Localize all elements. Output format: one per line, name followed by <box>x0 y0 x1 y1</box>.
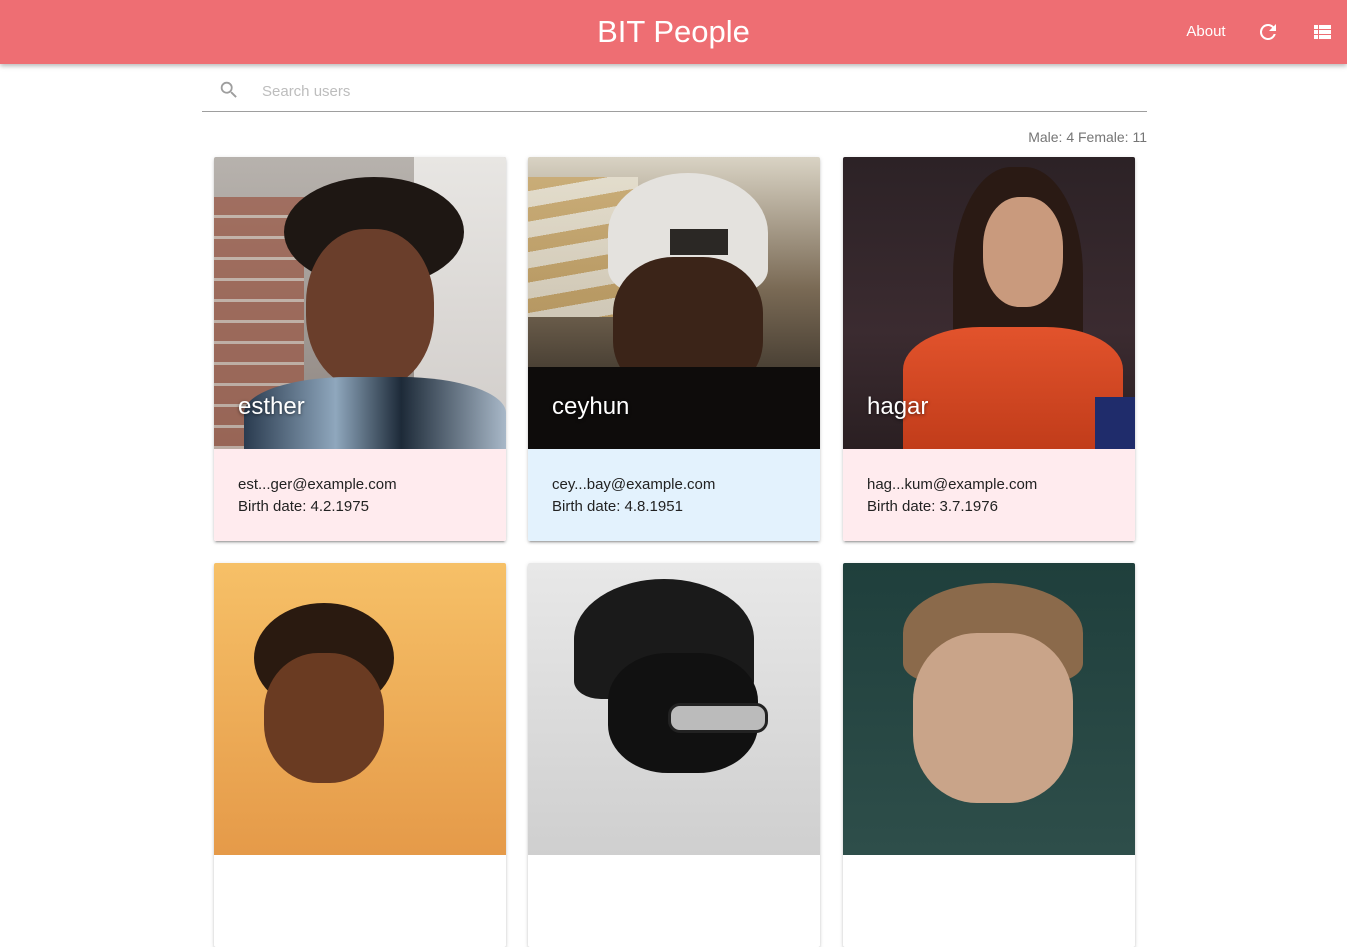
search-icon <box>218 79 240 101</box>
user-card[interactable] <box>528 563 820 947</box>
user-birth-date: Birth date: 4.2.1975 <box>238 498 369 515</box>
user-photo: ceyhun <box>528 157 820 449</box>
user-card[interactable] <box>214 563 506 947</box>
user-photo <box>843 563 1135 855</box>
user-photo <box>528 563 820 855</box>
user-card[interactable] <box>843 563 1135 947</box>
user-photo: hagar <box>843 157 1135 449</box>
search-input[interactable] <box>262 78 1122 104</box>
gender-stats: Male: 4 Female: 11 <box>1028 129 1147 145</box>
user-birth-date: Birth date: 4.8.1951 <box>552 498 683 515</box>
user-email: cey...bay@example.com <box>552 476 716 493</box>
about-link[interactable]: About <box>1174 0 1238 64</box>
user-name: esther <box>238 393 305 420</box>
user-card[interactable]: esther est...ger@example.com Birth date:… <box>214 157 506 541</box>
search-bar <box>202 70 1147 112</box>
top-navbar: BIT People About <box>0 0 1347 64</box>
user-details: est...ger@example.com Birth date: 4.2.19… <box>214 449 506 541</box>
user-card[interactable]: ceyhun cey...bay@example.com Birth date:… <box>528 157 820 541</box>
user-details: cey...bay@example.com Birth date: 4.8.19… <box>528 449 820 541</box>
list-view-icon[interactable] <box>1310 20 1334 44</box>
refresh-icon[interactable] <box>1256 20 1280 44</box>
user-birth-date: Birth date: 3.7.1976 <box>867 498 998 515</box>
user-email: est...ger@example.com <box>238 476 397 493</box>
user-photo: esther <box>214 157 506 449</box>
user-details: hag...kum@example.com Birth date: 3.7.19… <box>843 449 1135 541</box>
user-name: ceyhun <box>552 393 630 420</box>
user-photo <box>214 563 506 855</box>
user-email: hag...kum@example.com <box>867 476 1038 493</box>
user-card[interactable]: hagar hag...kum@example.com Birth date: … <box>843 157 1135 541</box>
app-title[interactable]: BIT People <box>0 0 1347 64</box>
user-name: hagar <box>867 393 929 420</box>
